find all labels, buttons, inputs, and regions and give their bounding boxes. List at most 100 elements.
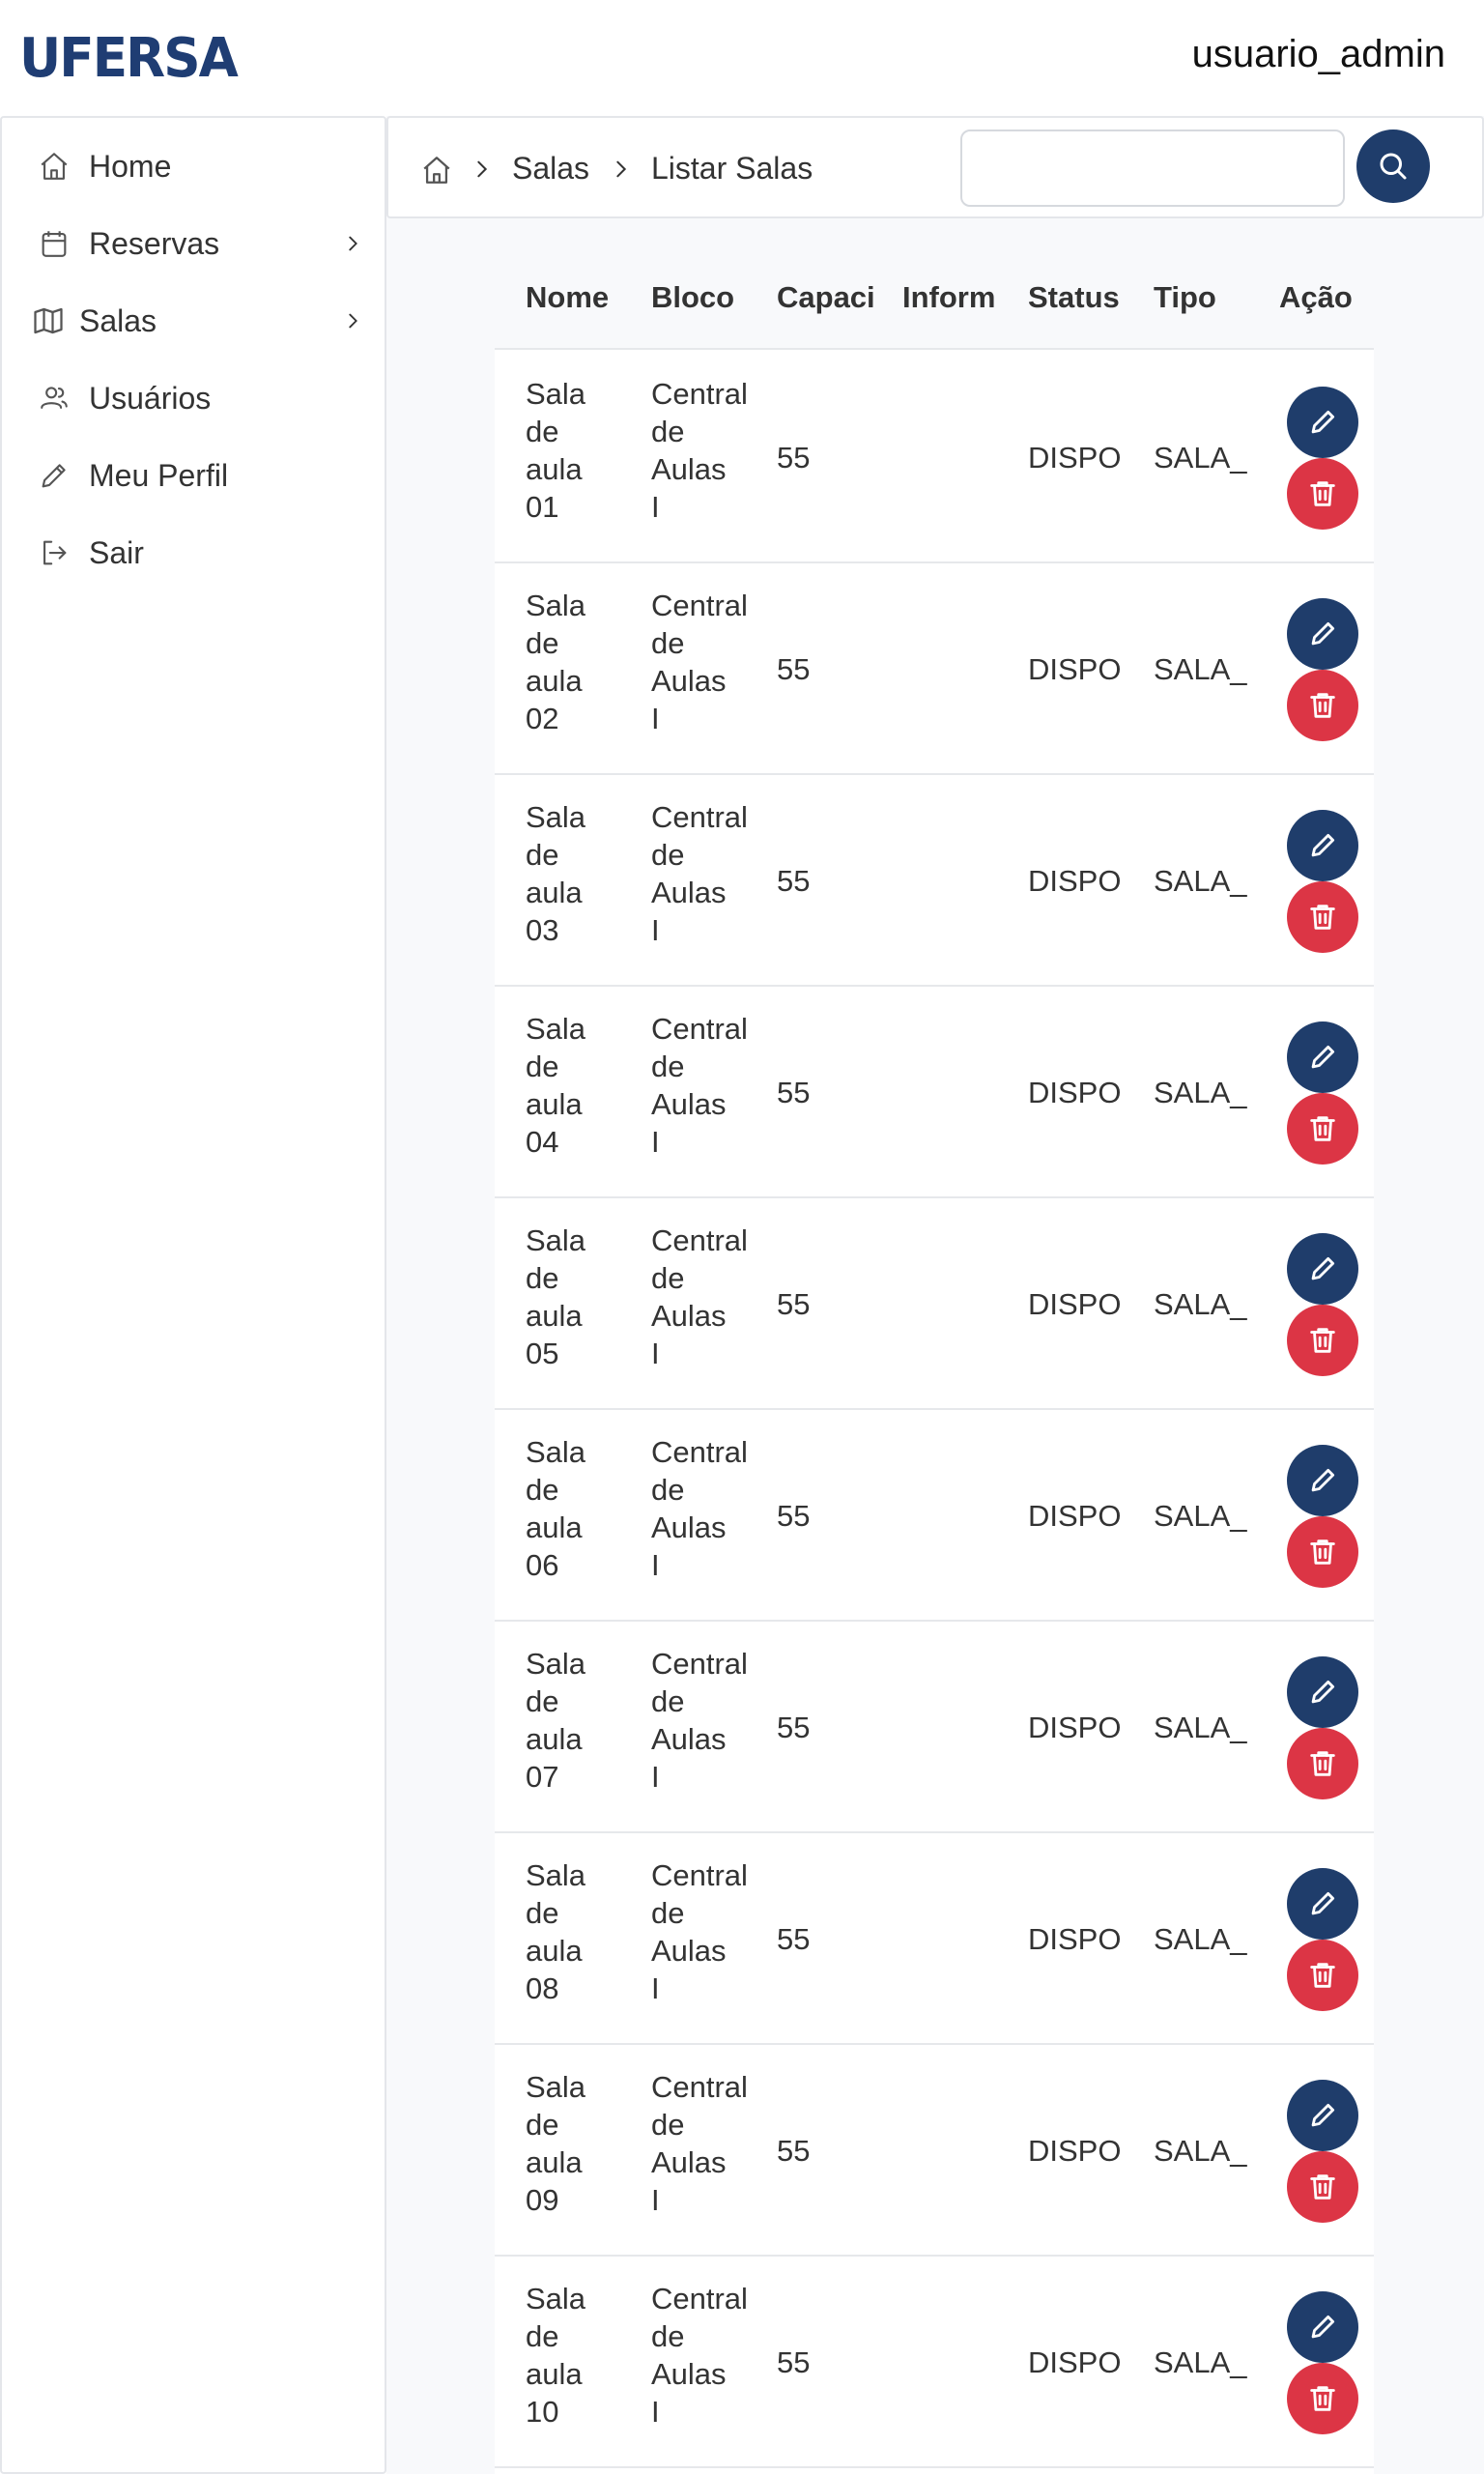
cell-capacidade: 55 [777,1287,811,1321]
search-input[interactable] [960,129,1345,207]
cell-nome-line: aula [526,1299,583,1333]
cell-status: DISPON [1028,2345,1123,2379]
edit-button[interactable] [1287,1021,1358,1093]
cell-tipo: SALA_ [1154,2345,1247,2379]
sidebar-item-usuarios[interactable]: Usuários [2,360,385,437]
column-header-acao: Ação [1279,280,1353,314]
sidebar-item-reservas[interactable]: Reservas [2,205,385,282]
sidebar-item-home[interactable]: Home [2,128,385,205]
edit-button[interactable] [1287,387,1358,458]
cell-nome-line: Sala [526,589,586,622]
pencil-icon [1306,618,1339,650]
cell-bloco-line: Aulas [651,664,727,698]
map-icon [29,302,68,340]
edit-button[interactable] [1287,1445,1358,1516]
cell-nome-line: de [526,626,559,660]
trash-icon [1306,1536,1339,1568]
edit-button[interactable] [1287,2080,1358,2151]
cell-status: DISPON [1028,1287,1123,1321]
edit-button[interactable] [1287,598,1358,670]
delete-button[interactable] [1287,670,1358,741]
column-header-status[interactable]: Status [1028,280,1134,315]
cell-bloco-line: de [651,2319,685,2353]
cell-capacidade: 55 [777,441,811,475]
search-button[interactable] [1356,129,1430,203]
edit-button[interactable] [1287,1868,1358,1940]
breadcrumb-item-salas[interactable]: Salas [512,151,589,187]
cell-nome-line: Sala [526,1647,586,1681]
column-header-informacoes[interactable]: Inform [902,280,997,315]
delete-button[interactable] [1287,458,1358,530]
cell-nome-line: Sala [526,2070,586,2104]
cell-bloco-line: de [651,2108,685,2142]
cell-bloco: Central de Aulas I [651,375,748,526]
rooms-table: Nome Bloco Capaci Inform Status Tipo Açã… [495,251,1374,2474]
delete-button[interactable] [1287,1305,1358,1376]
cell-nome: Sala de aula 02 [526,587,632,737]
edit-button[interactable] [1287,2291,1358,2363]
trash-icon [1306,1747,1339,1780]
cell-bloco: Central de Aulas I [651,1010,748,1161]
delete-button[interactable] [1287,2363,1358,2434]
table-row: Saladeaula10CentraldeAulasI55DISPONSALA_ [495,2257,1374,2468]
cell-nome-line: 10 [526,2395,559,2429]
breadcrumb: Salas Listar Salas [386,116,1484,218]
delete-button[interactable] [1287,1728,1358,1799]
cell-bloco-line: Central [651,1435,748,1469]
table-row: Saladeaula09CentraldeAulasI55DISPONSALA_ [495,2045,1374,2257]
username-label[interactable]: usuario_admin [1192,33,1445,76]
sidebar-item-label: Sair [89,534,144,570]
column-header-bloco[interactable]: Bloco [651,280,757,315]
table-row: Sala de aula08 Central de AulasI 55 DISPON SALA_ [495,1833,1374,2045]
cell-nome-line: de [526,2108,559,2142]
top-header: UFERSA usuario_admin [0,0,1484,116]
delete-button[interactable] [1287,1093,1358,1165]
users-icon [35,379,73,417]
delete-button[interactable] [1287,881,1358,953]
pencil-icon [1306,2311,1339,2344]
cell-bloco-line: I [651,913,660,947]
cell-capacidade: 55 [777,2134,811,2168]
cell-status: DISPON [1028,652,1123,686]
cell-bloco-line: Central [651,1858,748,1892]
delete-button[interactable] [1287,1516,1358,1588]
sidebar-item-meu-perfil[interactable]: Meu Perfil [2,437,385,514]
table-header-row: Nome Bloco Capaci Inform Status Tipo Açã… [495,251,1374,350]
delete-button[interactable] [1287,1940,1358,2011]
home-icon [35,147,73,186]
sidebar-item-salas[interactable]: Salas [2,282,385,360]
column-header-capacidade[interactable]: Capaci [777,280,873,315]
column-header-nome[interactable]: Nome [526,280,632,315]
cell-nome-line: Sala [526,2282,586,2316]
table-row: Sala de aula 04 Central de Aulas I 55 DISPON SALA_ [495,987,1374,1198]
cell-status: DISPON [1028,2134,1123,2168]
cell-nome-line: 04 [526,1125,559,1159]
cell-nome-line: de [526,1261,559,1295]
cell-bloco-line: I [651,702,660,735]
cell-nome-line: 08 [526,1971,559,2005]
cell-bloco-line: Aulas [651,1087,727,1121]
edit-button[interactable] [1287,810,1358,881]
cell-tipo: SALA_ [1154,441,1247,475]
sidebar-item-label: Reservas [89,225,220,261]
cell-bloco-line: Aulas [651,1299,727,1333]
cell-bloco-line: I [651,1760,660,1794]
cell-nome: Sala de aula 07 [526,1645,632,1796]
edit-button[interactable] [1287,1656,1358,1728]
table-row: Sala de aula 02 Central de Aulas I 55 DISPON SALA_ [495,563,1374,775]
delete-button[interactable] [1287,2151,1358,2223]
edit-button[interactable] [1287,1233,1358,1305]
pencil-icon [1306,1464,1339,1497]
sidebar-item-sair[interactable]: Sair [2,514,385,591]
cell-nome-line: Sala [526,1223,586,1257]
column-header-tipo[interactable]: Tipo [1154,280,1250,315]
ufersa-logo[interactable]: UFERSA [19,27,248,90]
breadcrumb-home-icon[interactable] [417,151,456,189]
table-row: Sala de aula 03 Central de Aulas I 55 DISPON SALA_ [495,775,1374,987]
cell-tipo: SALA_ [1154,1287,1247,1321]
chevron-right-icon [468,153,497,186]
cell-bloco-line: Aulas [651,1510,727,1544]
chevron-right-icon [338,229,367,258]
cell-status: DISPON [1028,1922,1123,1956]
cell-status: DISPON [1028,441,1123,475]
